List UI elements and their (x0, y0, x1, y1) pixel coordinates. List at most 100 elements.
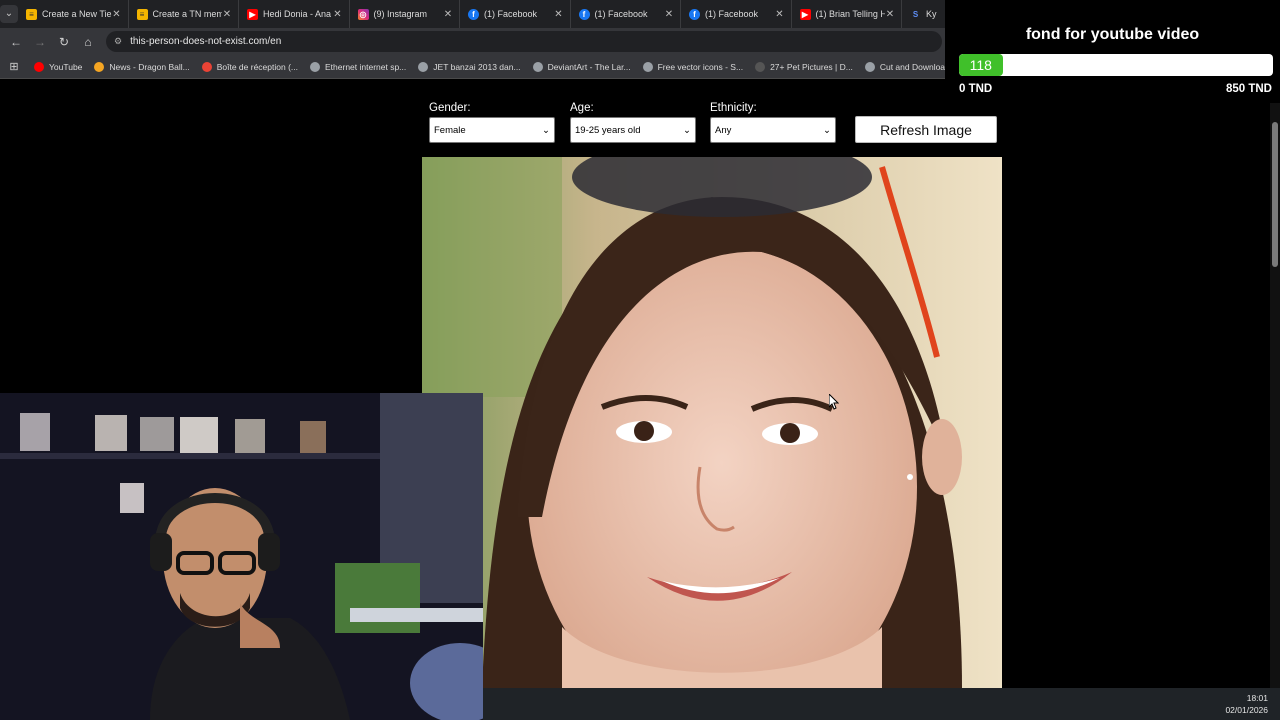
browser-tab[interactable]: ≡ Create a TN mem ✕ (129, 0, 239, 28)
screen: ⌄ ≡ Create a New Tier ✕ ≡ Create a TN mem ✕ ▶ H… (0, 0, 1280, 720)
chevron-down-icon: ⌄ (542, 124, 550, 136)
tab-title: (1) Facebook (705, 9, 759, 19)
donation-progress-fill: 118 (959, 54, 1003, 76)
globe-icon (310, 61, 320, 72)
close-tab-icon[interactable]: ✕ (333, 9, 343, 20)
tab-search-button[interactable]: ⌄ (0, 0, 18, 28)
bookmark-label: DeviantArt - The Lar... (547, 61, 631, 72)
forward-button[interactable]: → (28, 35, 52, 49)
close-tab-icon[interactable]: ✕ (775, 9, 785, 20)
close-tab-icon[interactable]: ✕ (885, 9, 895, 20)
gender-filter: Gender: Female ⌄ (429, 102, 555, 143)
facebook-icon: f (578, 8, 590, 20)
donation-goal-title: fond for youtube video (1025, 26, 1200, 43)
address-bar[interactable]: ⚙ this-person-does-not-exist.com/en (106, 31, 942, 52)
back-button[interactable]: ← (4, 35, 28, 49)
mouse-cursor-icon (828, 392, 840, 415)
bookmark-item[interactable]: Boîte de réception (... (196, 61, 304, 72)
facebook-icon: f (689, 8, 700, 20)
tab-title: (1) Facebook (484, 9, 538, 19)
bookmark-item[interactable]: News - Dragon Ball... (88, 61, 195, 72)
bookmark-label: YouTube (49, 61, 83, 72)
browser-tab[interactable]: f (1) Facebook ✕ (460, 0, 571, 28)
forward-arrow-icon: → (34, 34, 46, 49)
chevron-down-icon: ⌄ (0, 5, 18, 23)
ethnicity-value: Any (715, 124, 732, 136)
chevron-down-icon: ⌄ (683, 124, 691, 136)
webcam-illustration (0, 393, 483, 720)
tab-title: Create a New Tier (42, 9, 112, 19)
globe-icon (864, 61, 875, 72)
chevron-down-icon: ⌄ (823, 124, 831, 136)
bookmark-label: Ethernet internet sp... (325, 61, 407, 72)
ethnicity-filter: Ethnicity: Any ⌄ (710, 102, 836, 143)
browser-tab[interactable]: ▶ (1) Brian Telling H ✕ (792, 0, 902, 28)
back-arrow-icon: ← (10, 34, 22, 49)
age-select[interactable]: 19-25 years old ⌄ (570, 117, 696, 143)
clock-date: 02/01/2026 (1225, 705, 1268, 715)
cursor-shape (828, 392, 840, 410)
globe-icon (532, 61, 543, 72)
browser-tab[interactable]: f (1) Facebook ✕ (571, 0, 681, 28)
home-button[interactable]: ⌂ (76, 35, 100, 49)
tab-title: (9) Instagram (373, 9, 428, 19)
close-tab-icon[interactable]: ✕ (664, 9, 674, 20)
bookmark-label: JET banzai 2013 dan... (433, 61, 521, 72)
tab-title: Ky (926, 9, 937, 19)
bookmark-list: YouTube News - Dragon Ball... Boîte de réc… (28, 61, 1004, 72)
document-icon: ≡ (26, 8, 37, 20)
apps-grid-icon[interactable]: ⊞ (0, 60, 28, 73)
bookmark-label: Boîte de réception (... (216, 61, 298, 72)
s-icon: S (910, 8, 921, 20)
home-icon: ⌂ (84, 34, 92, 49)
browser-tab[interactable]: ≡ Create a New Tier ✕ (18, 0, 129, 28)
bookmark-item[interactable]: Ethernet internet sp... (304, 61, 412, 72)
close-tab-icon[interactable]: ✕ (554, 9, 564, 20)
youtube-icon: ▶ (799, 8, 811, 20)
ethnicity-select[interactable]: Any ⌄ (710, 117, 836, 143)
scrollbar-thumb[interactable] (1272, 122, 1278, 267)
face-illustration (422, 157, 1002, 688)
browser-tab[interactable]: f (1) Facebook ✕ (681, 0, 792, 28)
ethnicity-label: Ethnicity: (710, 102, 757, 114)
gender-select[interactable]: Female ⌄ (429, 117, 555, 143)
instagram-icon: ◎ (357, 8, 369, 20)
youtube-icon: ▶ (247, 8, 258, 20)
browser-tab[interactable]: ◎ (9) Instagram ✕ (350, 0, 460, 28)
refresh-image-button[interactable]: Refresh Image (855, 116, 997, 143)
bookmark-item[interactable]: YouTube (28, 61, 88, 72)
bookmark-item[interactable]: JET banzai 2013 dan... (412, 61, 526, 72)
globe-icon (642, 61, 653, 72)
bookmark-label: 27+ Pet Pictures | D... (770, 61, 853, 72)
image-icon (755, 61, 766, 72)
site-info-icon[interactable]: ⚙ (114, 36, 122, 47)
tab-title: Create a TN mem (152, 9, 223, 19)
donation-min-label: 0 TND (959, 83, 993, 95)
browser-tab[interactable]: ▶ Hedi Donia - Ana ✕ (239, 0, 350, 28)
bookmark-item[interactable]: Free vector icons - S... (637, 61, 750, 72)
tab-list: ≡ Create a New Tier ✕ ≡ Create a TN mem ✕ ▶ Hed… (18, 0, 945, 28)
clock-time: 18:01 (1246, 693, 1268, 703)
page-scrollbar[interactable] (1270, 80, 1280, 688)
tab-title: Hedi Donia - Ana (263, 9, 332, 19)
gmail-icon (201, 61, 212, 72)
age-label: Age: (570, 102, 594, 114)
close-tab-icon[interactable]: ✕ (222, 9, 232, 20)
gender-label: Gender: (429, 102, 471, 114)
system-clock[interactable]: 18:01 02/01/2026 (1225, 692, 1268, 716)
reload-button[interactable]: ↻ (52, 35, 76, 49)
age-filter: Age: 19-25 years old ⌄ (570, 102, 696, 143)
taskbar: 18:01 02/01/2026 (483, 688, 1280, 720)
close-tab-icon[interactable]: ✕ (112, 9, 122, 20)
close-tab-icon[interactable]: ✕ (443, 9, 453, 20)
globe-icon (418, 61, 429, 72)
dragonball-icon (94, 61, 105, 72)
browser-tab[interactable]: S Ky (902, 0, 945, 28)
document-icon: ≡ (136, 8, 148, 20)
tab-title: (1) Facebook (594, 9, 648, 19)
bookmark-item[interactable]: 27+ Pet Pictures | D... (749, 61, 859, 72)
bookmark-item[interactable]: DeviantArt - The Lar... (527, 61, 637, 72)
donation-progress-bar: 118 (959, 54, 1273, 76)
age-value: 19-25 years old (575, 124, 641, 136)
donation-max-label: 850 TND (1225, 83, 1272, 95)
